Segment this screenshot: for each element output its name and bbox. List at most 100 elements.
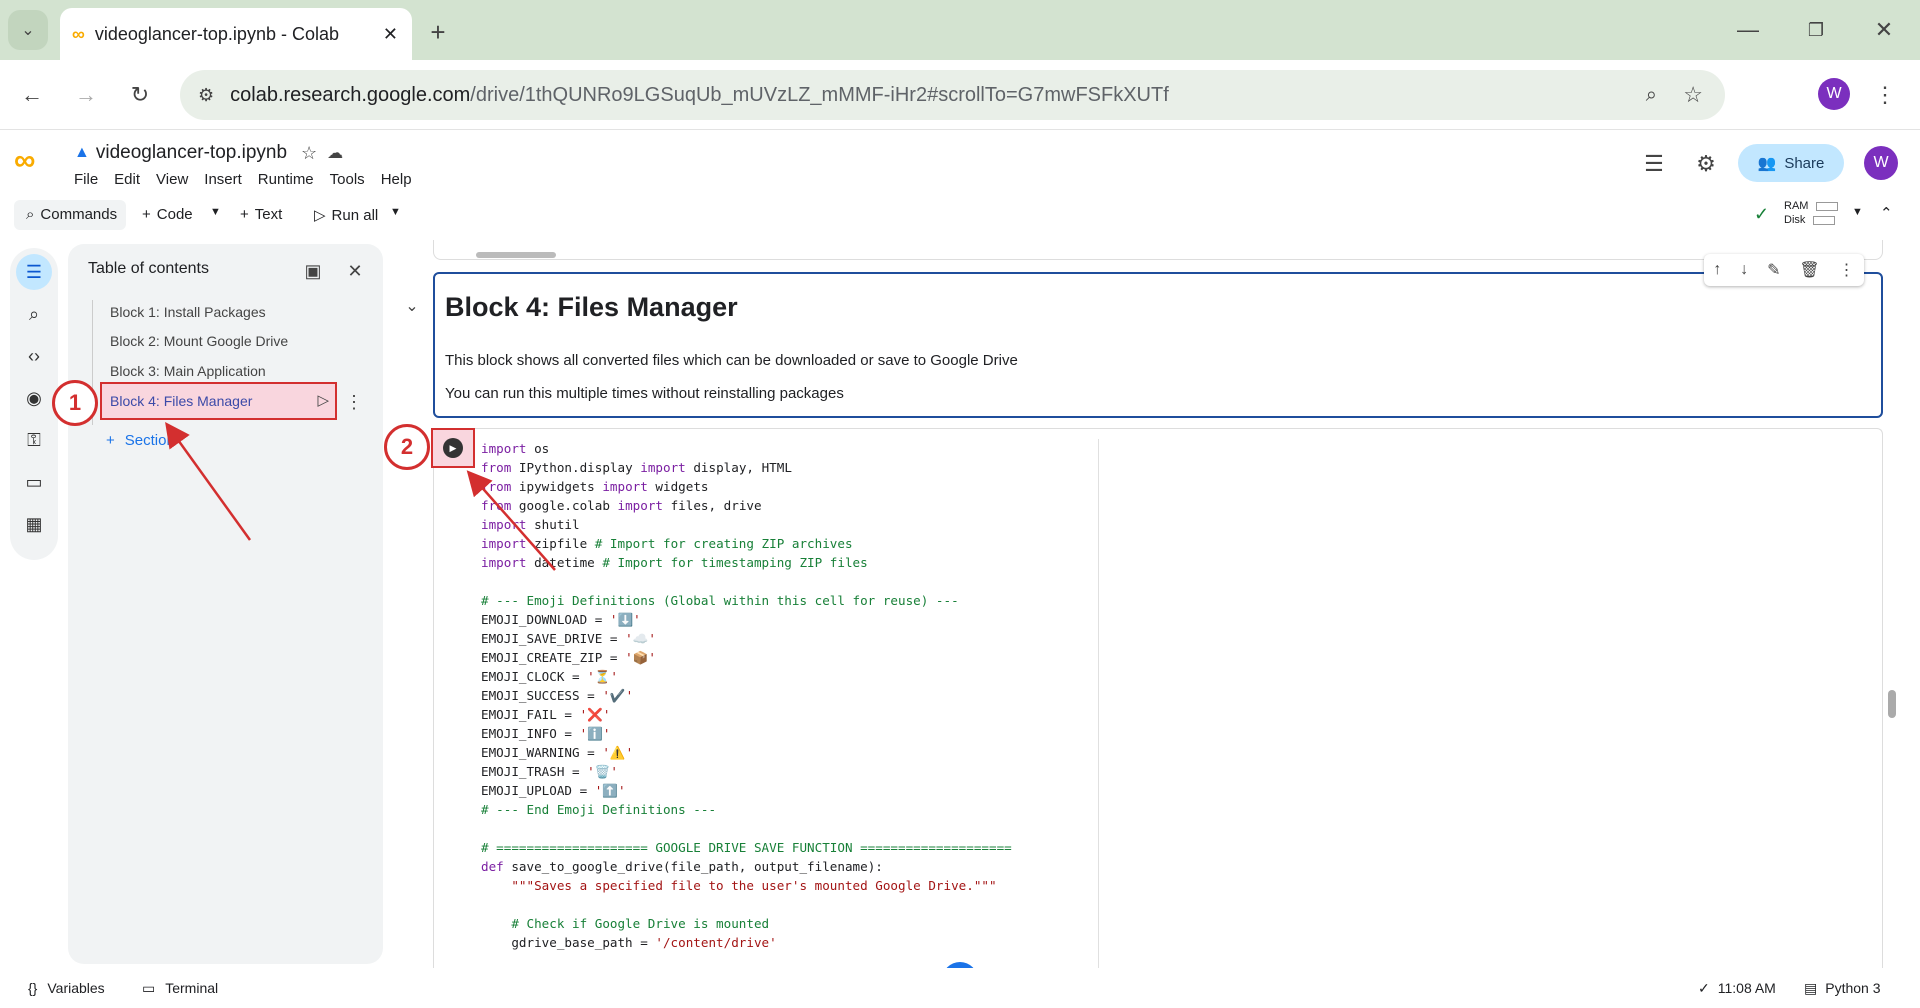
toc-close-icon[interactable]: ✕ (340, 256, 370, 286)
bookmark-star-icon[interactable]: ☆ (1683, 82, 1703, 108)
minimize-icon[interactable]: — (1730, 12, 1766, 48)
close-tab-icon[interactable]: ✕ (383, 24, 398, 45)
runtime-dropdown-icon[interactable]: ▼ (1852, 206, 1863, 218)
toc-item-block-2[interactable]: Block 2: Mount Google Drive (110, 333, 288, 349)
edit-pencil-icon[interactable]: ✎ (1767, 260, 1780, 280)
settings-gear-icon[interactable]: ⚙ (1688, 146, 1724, 182)
code-snippets-icon[interactable]: ‹› (16, 338, 52, 374)
resource-monitor[interactable]: RAM Disk (1784, 199, 1839, 227)
back-icon[interactable]: ← (14, 77, 50, 113)
cell-more-icon[interactable]: ⋮ (1839, 260, 1855, 280)
menu-runtime[interactable]: Runtime (258, 171, 314, 188)
secrets-key-icon[interactable]: ⚿ (16, 422, 52, 458)
vertical-scrollbar[interactable] (1888, 690, 1896, 718)
address-bar[interactable]: ⚙ colab.research.google.com /drive/1thQU… (180, 70, 1725, 120)
profile-avatar[interactable]: W (1818, 78, 1850, 110)
menu-insert[interactable]: Insert (204, 171, 242, 188)
url-path: /drive/1thQUNRo9LGSuqUb_mUVzLZ_mMMF-iHr2… (470, 83, 1169, 106)
menu-help[interactable]: Help (381, 171, 412, 188)
toc-run-section-icon[interactable]: ▷ (317, 391, 329, 409)
zoom-icon[interactable]: ⌕ (1646, 84, 1657, 107)
check-icon: ✓ (1698, 979, 1710, 996)
browser-menu-icon[interactable]: ⋮ (1870, 77, 1900, 113)
new-tab-icon[interactable]: + (420, 14, 456, 50)
reload-icon[interactable]: ↻ (122, 77, 158, 113)
account-avatar[interactable]: W (1864, 146, 1898, 180)
kernel-status[interactable]: ▤ Python 3 (1804, 980, 1881, 997)
toc-open-tab-icon[interactable]: ▣ (298, 256, 328, 286)
toc-item-block-1[interactable]: Block 1: Install Packages (110, 304, 266, 320)
code-token: shutil (526, 517, 580, 532)
markdown-cell[interactable]: Block 4: Files Manager This block shows … (433, 272, 1883, 418)
collapse-header-icon[interactable]: ⌃ (1880, 204, 1893, 222)
collapse-section-icon[interactable]: ⌄ (402, 296, 422, 316)
code-token: '✔️' (602, 688, 634, 703)
toc-more-icon[interactable]: ⋮ (344, 389, 364, 415)
horizontal-scrollbar[interactable] (476, 252, 556, 258)
add-section-button[interactable]: + Section (106, 432, 175, 449)
code-token: '📦' (625, 650, 656, 665)
commands-button[interactable]: ⌕ Commands (14, 200, 126, 230)
annotation-marker-1: 1 (52, 380, 98, 426)
code-token: # Check if Google Drive is mounted (481, 916, 770, 931)
code-token: """Saves a specified file to the user's … (481, 878, 997, 893)
code-token: from (481, 479, 512, 494)
files-folder-icon[interactable]: ▭ (16, 464, 52, 500)
move-down-icon[interactable]: ↓ (1740, 261, 1748, 279)
kernel-label: Python 3 (1825, 979, 1881, 996)
menu-tools[interactable]: Tools (330, 171, 365, 188)
menu-file[interactable]: File (74, 171, 98, 188)
comments-icon[interactable]: ☰ (1636, 146, 1672, 182)
move-up-icon[interactable]: ↑ (1713, 261, 1721, 279)
variables-eye-icon[interactable]: ◉ (16, 380, 52, 416)
code-dropdown-icon[interactable]: ▼ (210, 206, 221, 218)
code-token: '☁️' (625, 631, 656, 646)
menu-edit[interactable]: Edit (114, 171, 140, 188)
code-token: IPython.display (511, 460, 641, 475)
code-token: import (481, 441, 527, 456)
star-icon[interactable]: ☆ (301, 143, 317, 164)
share-button[interactable]: 👥 Share (1738, 144, 1844, 182)
code-token: from (481, 498, 512, 513)
code-line: """Saves a specified file to the user's … (481, 876, 1012, 895)
cloud-save-icon[interactable]: ☁ (327, 143, 343, 163)
colab-logo-icon[interactable]: ∞ (14, 146, 60, 176)
plus-icon: + (106, 432, 115, 449)
code-line: # Check if Google Drive is mounted (481, 914, 1012, 933)
code-token: '⬇️' (609, 612, 641, 627)
menu-view[interactable]: View (156, 171, 188, 188)
add-code-button[interactable]: + Code (142, 206, 193, 223)
ram-bar (1816, 201, 1839, 211)
execution-status[interactable]: ✓ 11:08 AM (1698, 980, 1776, 997)
terminal-button[interactable]: ▭ Terminal (142, 980, 218, 997)
find-icon[interactable]: ⌕ (16, 296, 52, 332)
close-window-icon[interactable]: ✕ (1866, 12, 1902, 48)
toc-item-block-4[interactable]: Block 4: Files Manager ▷ (100, 382, 337, 420)
restore-window-icon[interactable]: ❐ (1798, 12, 1834, 48)
code-editor[interactable]: import os from IPython.display import dis… (481, 439, 1012, 952)
site-info-icon[interactable]: ⚙ (198, 85, 214, 106)
delete-trash-icon[interactable]: 🗑 (1799, 260, 1819, 280)
notebook-name[interactable]: videoglancer-top.ipynb (96, 142, 287, 164)
search-icon: ⌕ (26, 206, 35, 223)
variables-button[interactable]: {} Variables (28, 980, 105, 996)
add-text-button[interactable]: + Text (240, 206, 282, 223)
code-line: # ==================== GOOGLE DRIVE SAVE… (481, 838, 1012, 857)
code-line: EMOJI_FAIL = '❌' (481, 705, 1012, 724)
run-all-dropdown-icon[interactable]: ▼ (390, 206, 401, 218)
code-token: google.colab (511, 498, 618, 513)
run-cell-play-icon[interactable]: ▶ (443, 438, 463, 458)
annotation-marker-2: 2 (384, 424, 430, 470)
code-token: import (481, 555, 527, 570)
tab-search-icon[interactable]: ⌄ (8, 10, 48, 50)
code-token: EMOJI_DOWNLOAD = (481, 612, 610, 627)
code-token: # Import for timestamping ZIP files (602, 555, 868, 570)
data-table-icon[interactable]: ▦ (16, 506, 52, 542)
browser-tab[interactable]: ∞ videoglancer-top.ipynb - Colab ✕ (60, 8, 412, 60)
code-cell[interactable]: import os from IPython.display import dis… (433, 428, 1883, 968)
run-all-button[interactable]: ▷ Run all (314, 206, 378, 225)
toc-item-block-3[interactable]: Block 3: Main Application (110, 363, 266, 379)
forward-icon[interactable]: → (68, 77, 104, 113)
toc-icon[interactable]: ☰ (16, 254, 52, 290)
code-token: '⏳' (587, 669, 619, 684)
